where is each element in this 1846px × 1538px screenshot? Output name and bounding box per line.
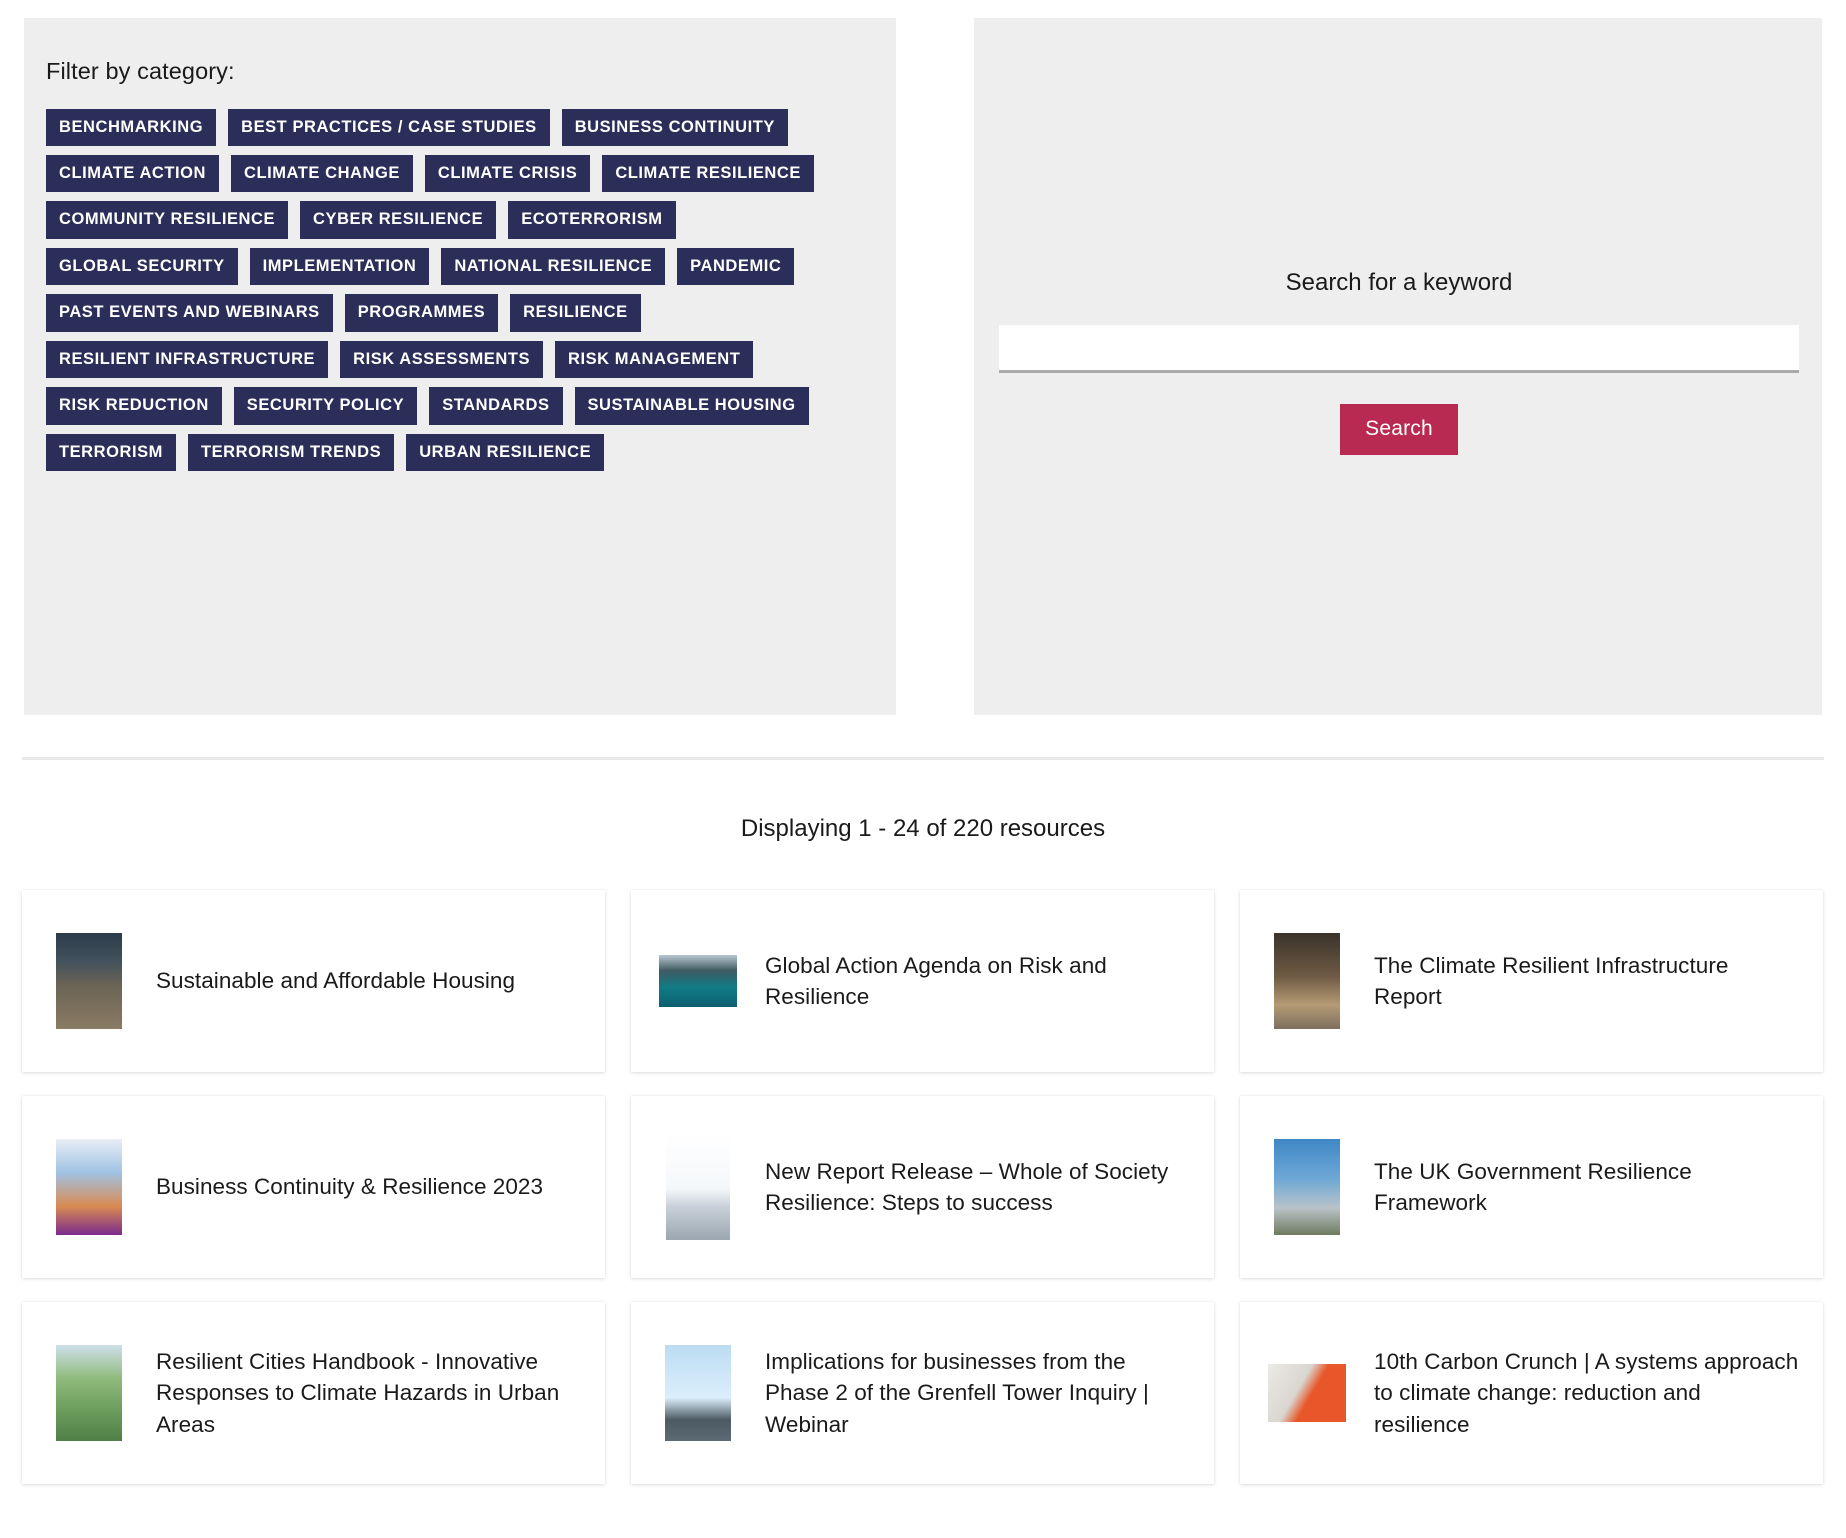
category-tag[interactable]: COMMUNITY RESILIENCE bbox=[46, 201, 288, 238]
resource-thumbnail bbox=[659, 1134, 737, 1240]
category-tag[interactable]: PAST EVENTS AND WEBINARS bbox=[46, 294, 333, 331]
category-tag[interactable]: RISK MANAGEMENT bbox=[555, 341, 753, 378]
category-tag[interactable]: BEST PRACTICES / CASE STUDIES bbox=[228, 109, 550, 146]
resource-thumbnail bbox=[659, 1345, 737, 1441]
cover-business-continuity-resilience-2023-icon bbox=[56, 1139, 122, 1235]
category-tag-list: BENCHMARKING BEST PRACTICES / CASE STUDIE… bbox=[46, 109, 866, 472]
cover-whole-of-society-resilience-icon bbox=[666, 1134, 730, 1240]
resource-card[interactable]: 10th Carbon Crunch | A systems approach … bbox=[1240, 1302, 1823, 1484]
category-tag[interactable]: NATIONAL RESILIENCE bbox=[441, 248, 665, 285]
search-panel: Search for a keyword Search bbox=[974, 18, 1822, 715]
category-tag[interactable]: TERRORISM TRENDS bbox=[188, 434, 394, 471]
filter-heading: Filter by category: bbox=[46, 56, 868, 87]
resource-card-title: Implications for businesses from the Pha… bbox=[765, 1346, 1192, 1439]
resource-thumbnail bbox=[50, 1345, 128, 1441]
category-tag[interactable]: CLIMATE CHANGE bbox=[231, 155, 413, 192]
resource-card[interactable]: Global Action Agenda on Risk and Resilie… bbox=[631, 890, 1214, 1072]
resource-card[interactable]: Implications for businesses from the Pha… bbox=[631, 1302, 1214, 1484]
category-tag[interactable]: CLIMATE CRISIS bbox=[425, 155, 590, 192]
cover-uk-government-resilience-framework-icon bbox=[1274, 1139, 1340, 1235]
resource-card[interactable]: Sustainable and Affordable Housing bbox=[22, 890, 605, 1072]
results-count: Displaying 1 - 24 of 220 resources bbox=[0, 813, 1846, 844]
category-tag[interactable]: PANDEMIC bbox=[677, 248, 794, 285]
section-divider bbox=[22, 757, 1824, 760]
resource-card-title: New Report Release – Whole of Society Re… bbox=[765, 1156, 1192, 1218]
resource-card-title: The Climate Resilient Infrastructure Rep… bbox=[1374, 950, 1801, 1012]
resource-library-page: Filter by category: BENCHMARKING BEST PRA… bbox=[0, 0, 1846, 1538]
cover-global-action-agenda-icon bbox=[659, 955, 737, 1007]
category-tag[interactable]: RESILIENCE bbox=[510, 294, 641, 331]
search-label: Search for a keyword bbox=[999, 267, 1799, 298]
resource-thumbnail bbox=[50, 933, 128, 1029]
resource-thumbnail bbox=[50, 1139, 128, 1235]
cover-grenfell-tower-inquiry-webinar-icon bbox=[665, 1345, 731, 1441]
category-tag[interactable]: TERRORISM bbox=[46, 434, 176, 471]
resource-card[interactable]: The Climate Resilient Infrastructure Rep… bbox=[1240, 890, 1823, 1072]
cover-resilient-cities-handbook-icon bbox=[56, 1345, 122, 1441]
category-tag[interactable]: PROGRAMMES bbox=[345, 294, 498, 331]
search-input[interactable] bbox=[999, 325, 1799, 373]
category-tag[interactable]: CYBER RESILIENCE bbox=[300, 201, 496, 238]
category-tag[interactable]: STANDARDS bbox=[429, 387, 562, 424]
resource-thumbnail bbox=[1268, 1139, 1346, 1235]
resource-card-title: Business Continuity & Resilience 2023 bbox=[156, 1171, 543, 1202]
resource-card[interactable]: The UK Government Resilience Framework bbox=[1240, 1096, 1823, 1278]
search-button[interactable]: Search bbox=[1340, 404, 1458, 455]
search-field-wrapper bbox=[999, 325, 1799, 373]
category-tag[interactable]: CLIMATE ACTION bbox=[46, 155, 219, 192]
resource-card-title: Resilient Cities Handbook - Innovative R… bbox=[156, 1346, 583, 1439]
category-tag[interactable]: IMPLEMENTATION bbox=[250, 248, 430, 285]
category-tag[interactable]: URBAN RESILIENCE bbox=[406, 434, 604, 471]
resource-card-title: The UK Government Resilience Framework bbox=[1374, 1156, 1801, 1218]
search-form: Search for a keyword Search bbox=[999, 267, 1799, 455]
resource-thumbnail bbox=[1268, 933, 1346, 1029]
category-tag[interactable]: GLOBAL SECURITY bbox=[46, 248, 238, 285]
resource-card[interactable]: Business Continuity & Resilience 2023 bbox=[22, 1096, 605, 1278]
resource-card-title: Global Action Agenda on Risk and Resilie… bbox=[765, 950, 1192, 1012]
category-tag[interactable]: CLIMATE RESILIENCE bbox=[602, 155, 814, 192]
search-button-row: Search bbox=[999, 404, 1799, 455]
category-tag[interactable]: SECURITY POLICY bbox=[234, 387, 417, 424]
category-tag[interactable]: BUSINESS CONTINUITY bbox=[562, 109, 788, 146]
category-tag[interactable]: RESILIENT INFRASTRUCTURE bbox=[46, 341, 328, 378]
category-tag[interactable]: RISK ASSESSMENTS bbox=[340, 341, 543, 378]
resource-card-title: 10th Carbon Crunch | A systems approach … bbox=[1374, 1346, 1801, 1439]
top-panels: Filter by category: BENCHMARKING BEST PRA… bbox=[24, 18, 1822, 715]
category-tag[interactable]: BENCHMARKING bbox=[46, 109, 216, 146]
resource-card-title: Sustainable and Affordable Housing bbox=[156, 965, 515, 996]
resource-card[interactable]: New Report Release – Whole of Society Re… bbox=[631, 1096, 1214, 1278]
resource-thumbnail bbox=[659, 955, 737, 1007]
cover-10th-carbon-crunch-icon bbox=[1268, 1364, 1346, 1422]
category-tag[interactable]: ECOTERRORISM bbox=[508, 201, 675, 238]
filter-panel: Filter by category: BENCHMARKING BEST PRA… bbox=[24, 18, 896, 715]
category-tag[interactable]: SUSTAINABLE HOUSING bbox=[575, 387, 809, 424]
cover-climate-resilient-infrastructure-icon bbox=[1274, 933, 1340, 1029]
cover-sustainable-affordable-housing-icon bbox=[56, 933, 122, 1029]
resource-card-grid: Sustainable and Affordable Housing Global… bbox=[22, 890, 1824, 1484]
resource-thumbnail bbox=[1268, 1364, 1346, 1422]
category-tag[interactable]: RISK REDUCTION bbox=[46, 387, 222, 424]
resource-card[interactable]: Resilient Cities Handbook - Innovative R… bbox=[22, 1302, 605, 1484]
